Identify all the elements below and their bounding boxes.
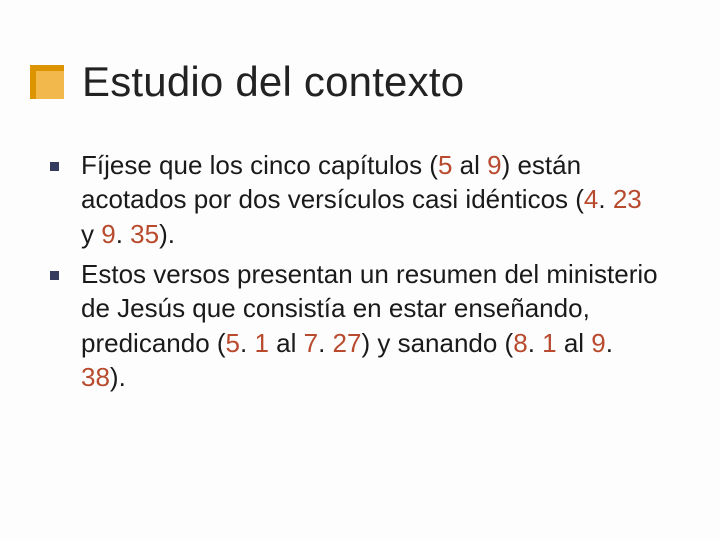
- number-run: 35: [130, 219, 159, 249]
- text-run: .: [318, 328, 332, 358]
- number-run: 1: [254, 328, 276, 358]
- number-run: 1: [542, 328, 564, 358]
- number-run: 9: [101, 219, 115, 249]
- text-run: al: [460, 150, 487, 180]
- number-run: 27: [333, 328, 362, 358]
- text-run: al: [564, 328, 591, 358]
- number-run: 4: [584, 184, 598, 214]
- accent-square-icon: [30, 65, 64, 99]
- text-run: al: [276, 328, 303, 358]
- list-item: Estos versos presentan un resumen del mi…: [50, 257, 660, 394]
- slide: Estudio del contexto Fíjese que los cinc…: [0, 0, 720, 540]
- number-run: 23: [613, 184, 642, 214]
- text-run: y: [81, 219, 101, 249]
- number-run: 9: [591, 328, 605, 358]
- number-run: 38: [81, 362, 110, 392]
- bullet-text: Estos versos presentan un resumen del mi…: [81, 257, 660, 394]
- bullet-icon: [50, 271, 59, 280]
- title-row: Estudio del contexto: [30, 58, 464, 106]
- text-run: .: [240, 328, 254, 358]
- text-run: .: [116, 219, 130, 249]
- text-run: Fíjese que los cinco capítulos (: [81, 150, 438, 180]
- number-run: 5: [438, 150, 460, 180]
- number-run: 9: [487, 150, 501, 180]
- bullet-icon: [50, 162, 59, 171]
- slide-title: Estudio del contexto: [82, 58, 464, 106]
- number-run: 7: [304, 328, 318, 358]
- text-run: ).: [159, 219, 175, 249]
- text-run: ) y sanando (: [361, 328, 513, 358]
- list-item: Fíjese que los cinco capítulos (5 al 9) …: [50, 148, 660, 251]
- number-run: 8: [513, 328, 527, 358]
- number-run: 5: [226, 328, 240, 358]
- bullet-text: Fíjese que los cinco capítulos (5 al 9) …: [81, 148, 660, 251]
- slide-body: Fíjese que los cinco capítulos (5 al 9) …: [50, 148, 660, 400]
- text-run: ).: [110, 362, 126, 392]
- text-run: .: [606, 328, 613, 358]
- text-run: .: [528, 328, 542, 358]
- text-run: .: [598, 184, 612, 214]
